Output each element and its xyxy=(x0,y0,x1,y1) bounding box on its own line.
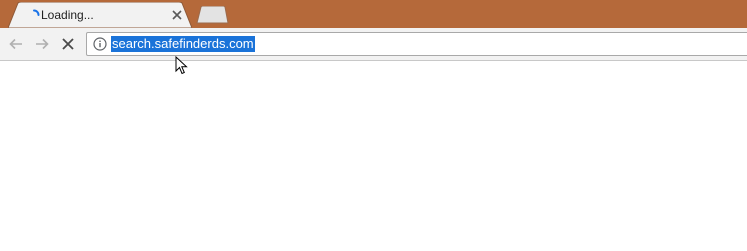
mouse-cursor-icon xyxy=(175,56,188,75)
back-arrow-icon[interactable] xyxy=(8,36,24,52)
new-tab-icon[interactable] xyxy=(195,6,229,24)
stop-icon[interactable] xyxy=(61,37,75,51)
forward-arrow-icon[interactable] xyxy=(34,36,50,52)
page-content xyxy=(0,61,747,251)
url-text[interactable]: search.safefinderds.com xyxy=(111,36,255,52)
close-icon[interactable] xyxy=(171,9,183,21)
address-bar[interactable]: search.safefinderds.com xyxy=(86,32,747,56)
info-icon[interactable] xyxy=(93,37,107,51)
loading-spinner-icon xyxy=(33,9,40,16)
browser-toolbar: search.safefinderds.com xyxy=(0,28,747,61)
browser-tab[interactable]: Loading... xyxy=(8,2,192,28)
tab-title: Loading... xyxy=(41,8,94,22)
title-bar: Loading... xyxy=(0,0,747,28)
